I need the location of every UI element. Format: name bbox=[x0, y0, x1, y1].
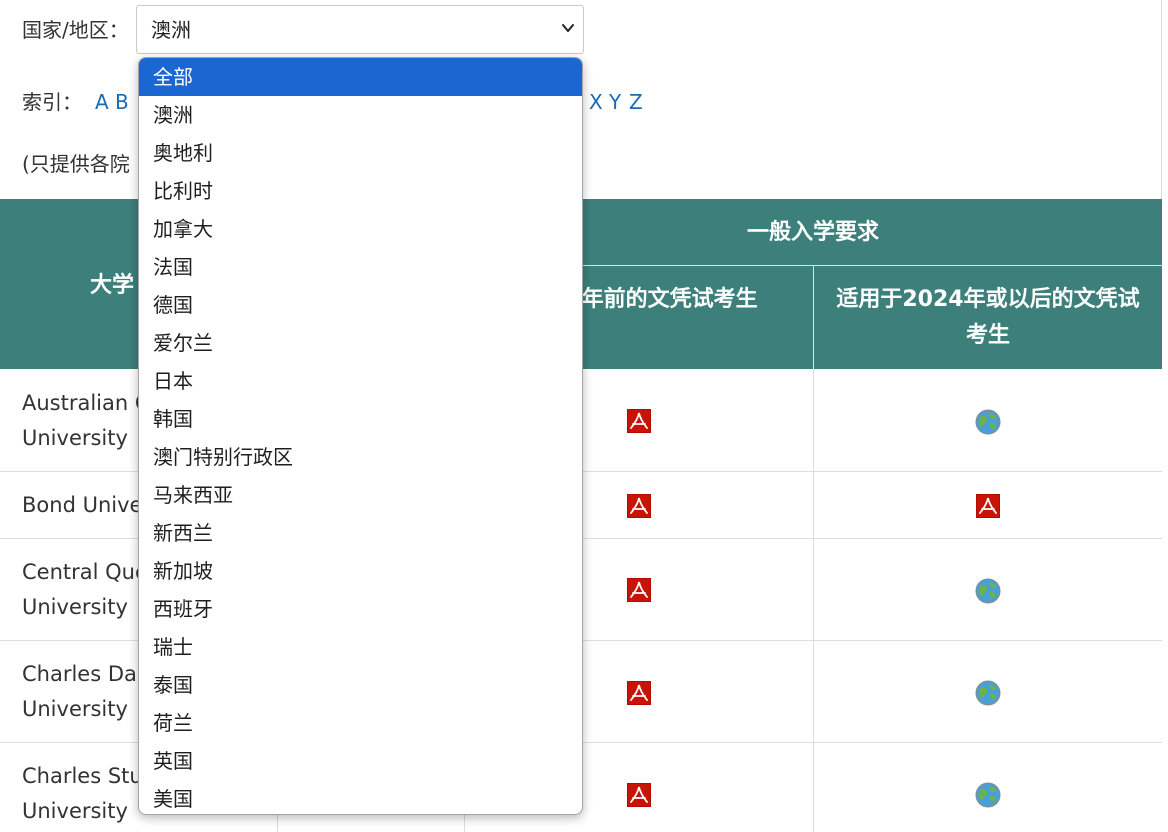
country-option-all[interactable]: 全部 bbox=[139, 58, 582, 96]
country-option[interactable]: 澳门特别行政区 bbox=[139, 438, 582, 476]
country-option[interactable]: 美国 bbox=[139, 780, 582, 814]
globe-icon[interactable] bbox=[975, 578, 1001, 604]
country-option[interactable]: 英国 bbox=[139, 742, 582, 780]
globe-icon[interactable] bbox=[975, 409, 1001, 435]
university-name[interactable]: University bbox=[22, 421, 138, 456]
country-option[interactable]: 泰国 bbox=[139, 666, 582, 704]
country-option[interactable]: 比利时 bbox=[139, 172, 582, 210]
country-select-value: 澳洲 bbox=[151, 18, 191, 42]
country-select[interactable]: 澳洲 bbox=[136, 5, 584, 54]
index-label: 索引： bbox=[22, 90, 82, 114]
university-name[interactable]: University bbox=[22, 794, 138, 829]
university-name[interactable]: Charles Dar bbox=[22, 657, 138, 692]
index-letter-x[interactable]: X bbox=[589, 88, 603, 116]
country-option[interactable]: 加拿大 bbox=[139, 210, 582, 248]
university-name[interactable]: Bond Unive bbox=[22, 488, 138, 523]
country-filter-label: 国家/地区： bbox=[22, 18, 129, 42]
index-letter-z[interactable]: Z bbox=[629, 88, 643, 116]
index-letter-a[interactable]: A bbox=[95, 88, 109, 116]
country-option[interactable]: 澳洲 bbox=[139, 96, 582, 134]
pdf-icon[interactable] bbox=[627, 494, 651, 518]
university-name[interactable]: Charles Stu bbox=[22, 759, 138, 794]
country-option[interactable]: 新加坡 bbox=[139, 552, 582, 590]
country-option[interactable]: 爱尔兰 bbox=[139, 324, 582, 362]
country-option[interactable]: 西班牙 bbox=[139, 590, 582, 628]
pdf-icon[interactable] bbox=[627, 783, 651, 807]
note-text: (只提供各院 bbox=[22, 152, 130, 176]
country-option[interactable]: 马来西亚 bbox=[139, 476, 582, 514]
index-letter-b[interactable]: B bbox=[115, 88, 129, 116]
pdf-icon[interactable] bbox=[627, 409, 651, 433]
country-option[interactable]: 瑞士 bbox=[139, 628, 582, 666]
pdf-icon[interactable] bbox=[627, 681, 651, 705]
chevron-down-icon bbox=[562, 24, 574, 32]
university-name[interactable]: University bbox=[22, 692, 138, 727]
page-right-border bbox=[1161, 0, 1162, 200]
header-2024-onwards: 适用于2024年或以后的文凭试考生 bbox=[836, 287, 1140, 348]
university-name[interactable]: University bbox=[22, 590, 138, 625]
globe-icon[interactable] bbox=[975, 782, 1001, 808]
country-option[interactable]: 新西兰 bbox=[139, 514, 582, 552]
pdf-icon[interactable] bbox=[627, 578, 651, 602]
country-option[interactable]: 日本 bbox=[139, 362, 582, 400]
country-option[interactable]: 荷兰 bbox=[139, 704, 582, 742]
university-name[interactable]: Australian C bbox=[22, 386, 138, 421]
country-option[interactable]: 韩国 bbox=[139, 400, 582, 438]
university-name[interactable]: Central Que bbox=[22, 555, 138, 590]
header-col-divider bbox=[813, 266, 814, 369]
table-col-divider bbox=[813, 369, 814, 832]
globe-icon[interactable] bbox=[975, 680, 1001, 706]
country-option[interactable]: 德国 bbox=[139, 286, 582, 324]
country-dropdown-list: 全部 澳洲 奥地利 比利时 加拿大 法国 德国 爱尔兰 日本 韩国 澳门特别行政… bbox=[138, 57, 583, 815]
country-option[interactable]: 奥地利 bbox=[139, 134, 582, 172]
pdf-icon[interactable] bbox=[976, 494, 1000, 518]
country-option[interactable]: 法国 bbox=[139, 248, 582, 286]
index-letter-y[interactable]: Y bbox=[609, 88, 621, 116]
